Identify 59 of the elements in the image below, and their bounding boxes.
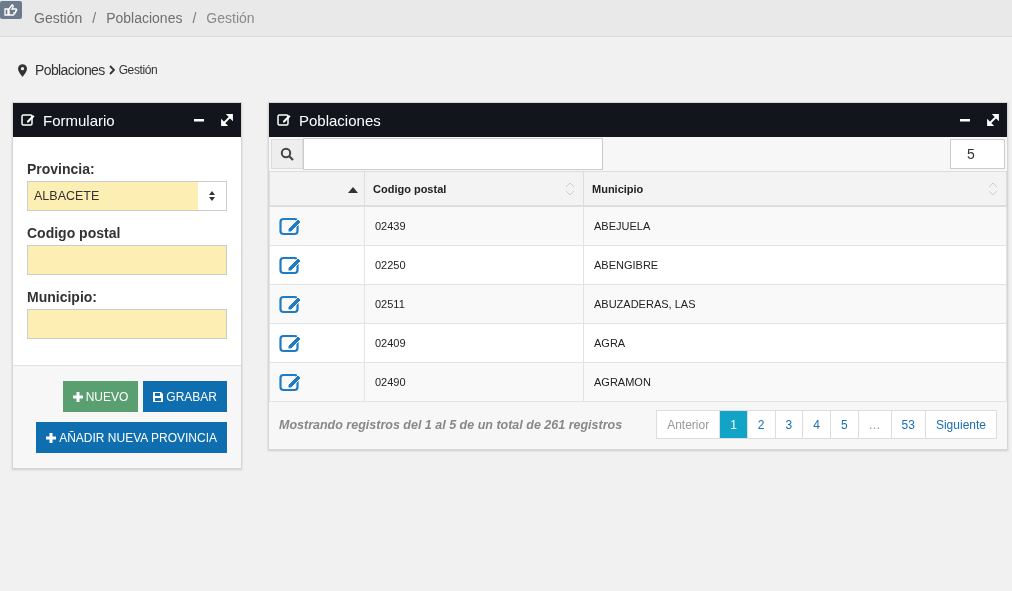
- input-field[interactable]: [27, 309, 227, 339]
- search-field[interactable]: [303, 138, 603, 170]
- expand-icon[interactable]: [221, 114, 233, 126]
- page-link[interactable]: 53: [890, 411, 925, 438]
- field-label: Codigo postal: [27, 225, 122, 241]
- section-title: Poblaciones: [35, 62, 105, 78]
- page-link[interactable]: 1: [719, 411, 747, 438]
- page-link[interactable]: 4: [802, 411, 830, 438]
- table-cell: AGRAMON: [583, 362, 1007, 402]
- action-button[interactable]: AÑADIR NUEVA PROVINCIA: [36, 422, 227, 453]
- page-link[interactable]: 5: [829, 411, 858, 438]
- panel-title: Poblaciones: [299, 111, 381, 129]
- sort-caret-icon: [208, 190, 216, 202]
- page-subtitle: Gestión: [118, 63, 158, 77]
- edit-icon[interactable]: [279, 372, 303, 392]
- edit-icon[interactable]: [279, 255, 303, 275]
- table-cell: 02439: [364, 206, 584, 246]
- table-cell: 02490: [364, 362, 584, 402]
- table-cell: 02511: [364, 284, 584, 324]
- chevron-right-icon: [108, 65, 115, 75]
- expand-icon[interactable]: [987, 114, 999, 126]
- sort-up-icon: [348, 186, 358, 193]
- breadcrumb-separator: /: [192, 10, 197, 26]
- edit-icon[interactable]: [279, 333, 303, 353]
- column-header[interactable]: Codigo postal: [364, 171, 584, 206]
- page-size-field[interactable]: 5: [950, 139, 1005, 169]
- edit-icon: [277, 113, 291, 127]
- field-label: Provincia:: [27, 161, 96, 177]
- page-link[interactable]: 3: [774, 411, 803, 438]
- breadcrumb-link[interactable]: Poblaciones: [106, 10, 183, 26]
- table-cell: 02250: [364, 245, 584, 285]
- search-icon: [280, 147, 294, 161]
- sort-icon: [988, 180, 998, 197]
- page-link[interactable]: Siguiente: [924, 411, 996, 438]
- field-label: Municipio:: [27, 289, 98, 305]
- column-header[interactable]: Municipio: [583, 171, 1007, 206]
- page-link[interactable]: 2: [746, 411, 775, 438]
- table-cell: 02409: [364, 323, 584, 363]
- sort-icon: [565, 180, 575, 197]
- table-cell: ABUZADERAS, LAS: [583, 284, 1007, 324]
- panel-title: Formulario: [43, 111, 115, 129]
- records-info: Mostrando registros del 1 al 5 de un total de 261 registros: [279, 417, 623, 432]
- search-button[interactable]: [271, 139, 303, 169]
- edit-icon[interactable]: [279, 294, 303, 314]
- table-cell: AGRA: [583, 323, 1007, 363]
- action-button[interactable]: NUEVO: [62, 381, 139, 412]
- action-button[interactable]: GRABAR: [143, 381, 227, 412]
- breadcrumb-link[interactable]: Gestión: [34, 10, 83, 26]
- table-cell: ABEJUELA: [583, 206, 1007, 246]
- map-pin-icon: [18, 63, 27, 77]
- input-field[interactable]: [27, 245, 227, 275]
- table-cell: ABENGIBRE: [583, 245, 1007, 285]
- province-select[interactable]: ALBACETE: [27, 181, 227, 211]
- thumb-icon[interactable]: [0, 1, 22, 19]
- plus-icon: [72, 391, 83, 402]
- plus-icon: [46, 432, 57, 443]
- edit-icon[interactable]: [279, 216, 303, 236]
- edit-icon: [21, 113, 35, 127]
- breadcrumb-separator: /: [92, 10, 97, 26]
